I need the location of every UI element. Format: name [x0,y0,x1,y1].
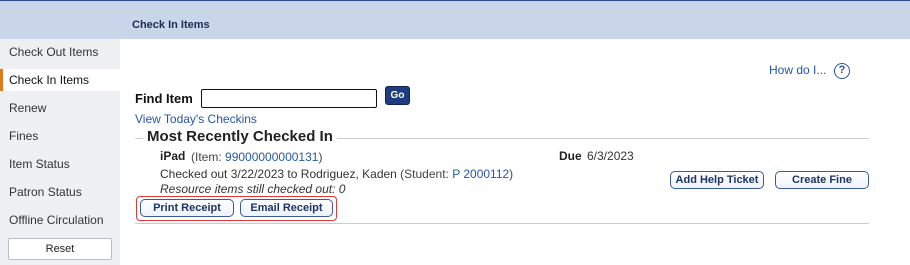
due-label: Due [559,149,582,163]
sidebar-item-item-status[interactable]: Item Status [0,153,120,175]
go-button[interactable]: Go [385,86,410,105]
sidebar: Check Out Items Check In Items Renew Fin… [0,39,120,265]
item-suffix: ) [318,150,323,164]
sidebar-item-check-in-items[interactable]: Check In Items [0,69,120,91]
find-item-input[interactable] [201,89,377,108]
item-barcode-link[interactable]: 99000000000131 [225,150,318,164]
sidebar-item-renew[interactable]: Renew [0,97,120,119]
sidebar-item-offline-circulation[interactable]: Offline Circulation [0,209,120,231]
how-do-i-link[interactable]: How do I... [769,63,826,77]
item-barcode-meta: (Item: 99000000000131) [191,150,322,164]
reset-button[interactable]: Reset [8,238,112,260]
checked-out-text: Checked out 3/22/2023 to Rodriguez, Kade… [160,167,397,181]
section-title: Most Recently Checked In [143,128,337,145]
print-receipt-button[interactable]: Print Receipt [140,199,234,217]
student-suffix: ) [509,167,514,181]
add-help-ticket-button[interactable]: Add Help Ticket [670,171,764,189]
page-title: Check In Items [132,19,210,31]
sidebar-item-fines[interactable]: Fines [0,125,120,147]
item-name: iPad [160,149,186,163]
find-item-label: Find Item [135,91,193,106]
email-receipt-button[interactable]: Email Receipt [240,199,333,217]
view-todays-checkins-link[interactable]: View Today's Checkins [135,112,257,126]
help-icon[interactable]: ? [834,63,850,79]
item-prefix: (Item: [191,150,226,164]
student-prefix: (Student: [396,167,453,181]
section-divider-bottom [135,223,869,224]
sidebar-item-patron-status[interactable]: Patron Status [0,181,120,203]
resource-items-text: Resource items still checked out: 0 [160,182,346,196]
create-fine-button[interactable]: Create Fine [775,171,869,189]
student-id-link[interactable]: P 2000112 [452,167,509,181]
sidebar-item-check-out-items[interactable]: Check Out Items [0,41,120,63]
due-date: 6/3/2023 [587,149,634,163]
page-header: Check In Items [0,1,910,39]
checked-out-line: Checked out 3/22/2023 to Rodriguez, Kade… [160,167,513,181]
